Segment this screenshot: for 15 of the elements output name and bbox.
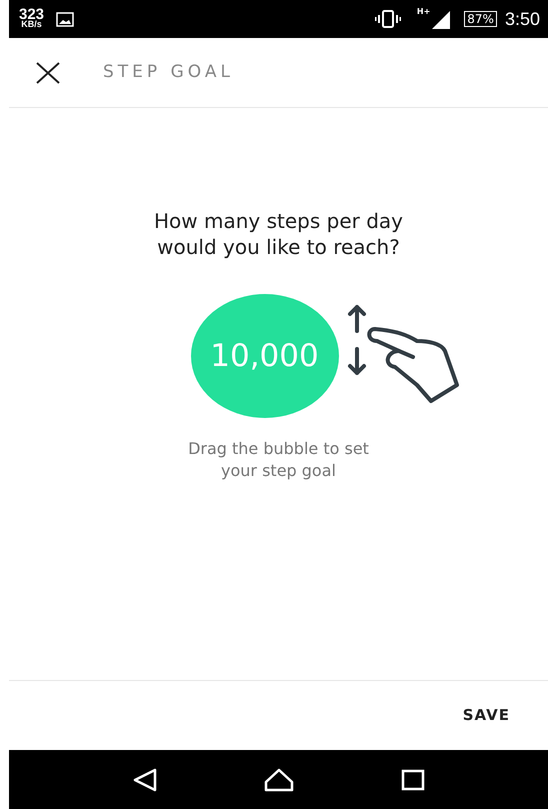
back-icon[interactable] [132, 768, 158, 792]
signal-icon [430, 9, 450, 29]
clock: 3:50 [504, 8, 540, 30]
hint-text: Drag the bubble to set your step goal [187, 438, 370, 482]
save-button[interactable]: SAVE [462, 704, 510, 727]
home-icon[interactable] [264, 768, 294, 792]
network-type: H+ [416, 6, 430, 18]
network-speed: 323 KB/s [19, 9, 44, 29]
close-button[interactable] [35, 62, 61, 84]
question-text: How many steps per day would you like to reach? [152, 208, 404, 260]
screen-title: STEP GOAL [103, 60, 234, 84]
battery-indicator: 87% [464, 10, 497, 28]
vibrate-icon [374, 10, 401, 28]
image-icon [56, 12, 74, 26]
recent-apps-icon[interactable] [400, 768, 425, 790]
